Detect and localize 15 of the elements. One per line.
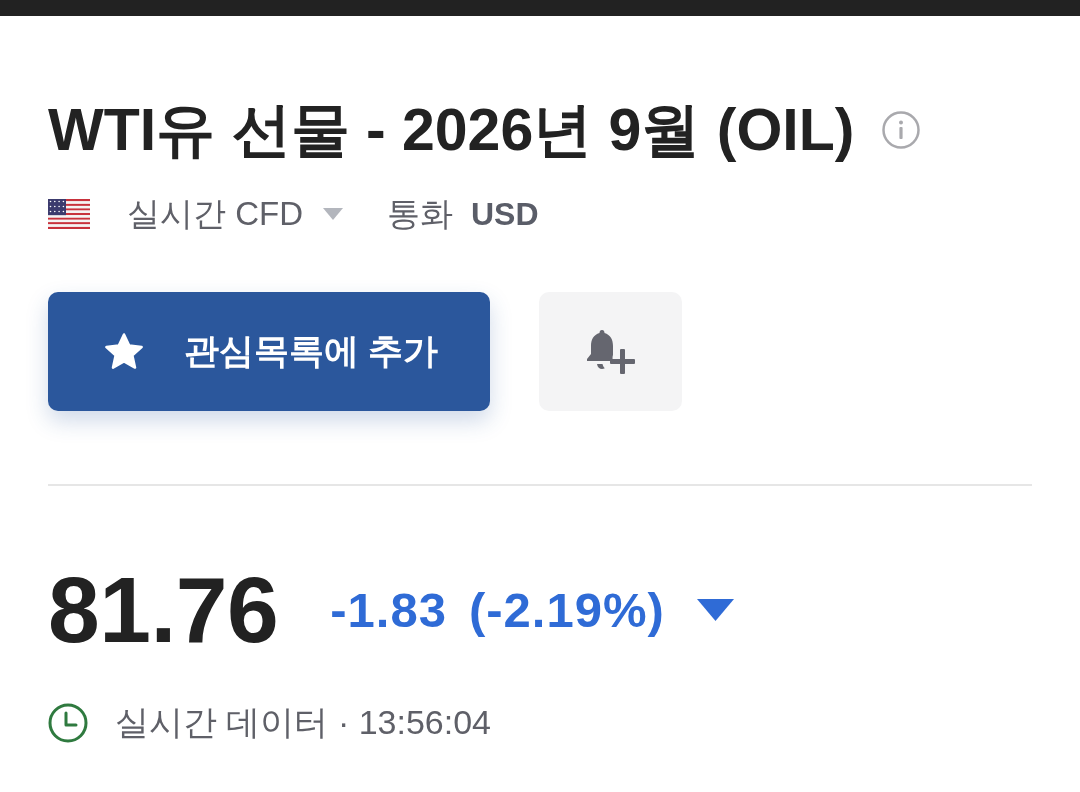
page-title: WTI유 선물 - 2026년 9월 (OIL) xyxy=(48,98,855,162)
price-change: -1.83 xyxy=(330,582,447,638)
percent-change: (-2.19%) xyxy=(468,582,665,638)
clock-icon xyxy=(48,703,88,743)
price-value: 81.76 xyxy=(48,560,279,660)
bell-plus-icon xyxy=(584,327,637,376)
flag-icon xyxy=(48,199,90,229)
star-icon xyxy=(103,332,144,371)
alert-button[interactable] xyxy=(539,292,682,411)
status-text: 실시간 데이터 · 13:56:04 xyxy=(115,702,491,743)
currency-label: 통화 xyxy=(387,193,453,234)
caret-icon xyxy=(323,208,343,220)
watchlist-button[interactable]: 관심목록에 추가 xyxy=(48,292,490,411)
currency-value: USD xyxy=(471,195,539,233)
market-dropdown[interactable]: 실시간 CFD xyxy=(127,191,343,237)
